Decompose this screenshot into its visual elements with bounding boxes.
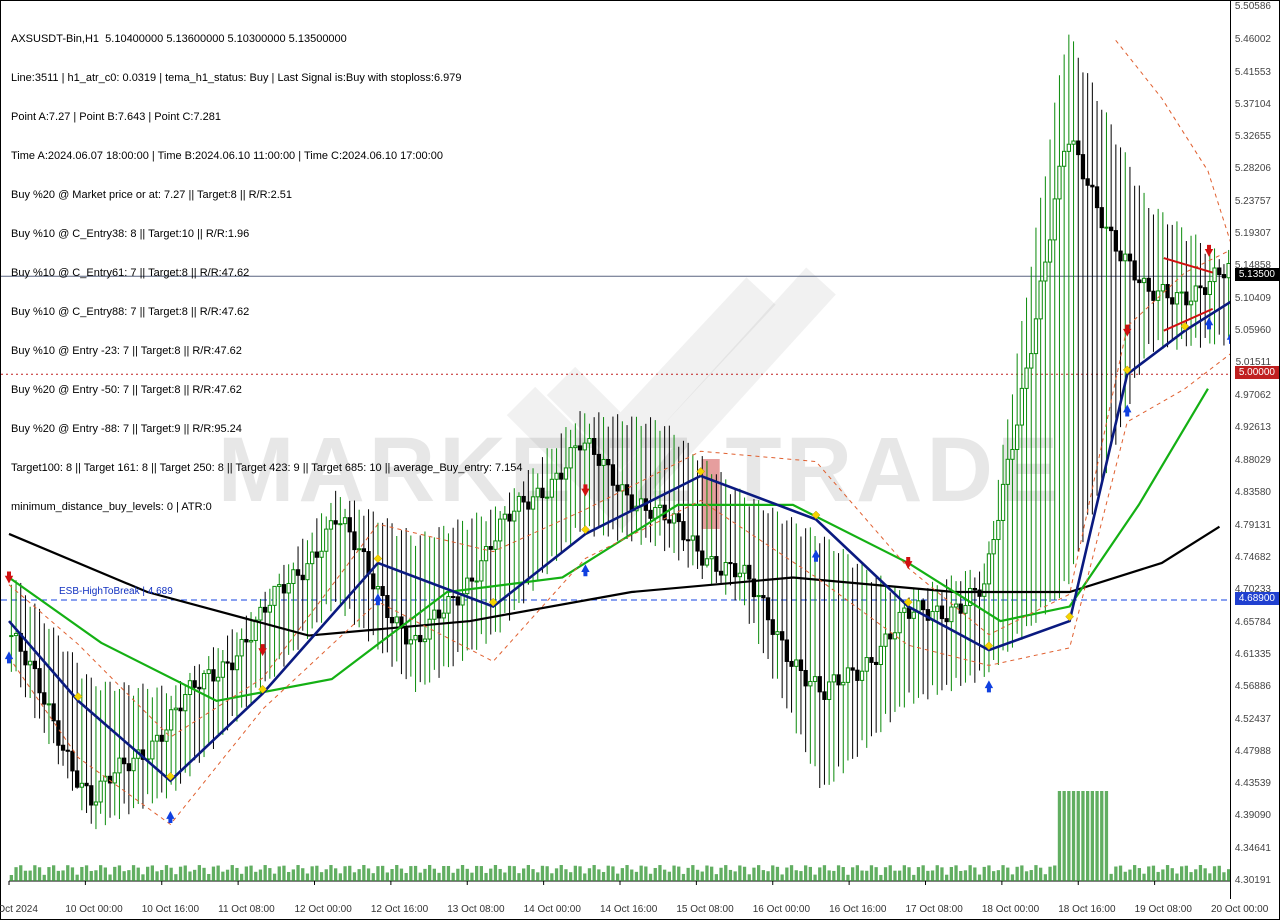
x-tick-label: 10 Oct 16:00	[142, 904, 199, 915]
info-line: Point A:7.27 | Point B:7.643 | Point C:7…	[11, 111, 523, 124]
y-tick-label: 5.50586	[1235, 1, 1271, 12]
y-tick-label: 5.23757	[1235, 196, 1271, 207]
price-box-red: 5.00000	[1235, 366, 1279, 379]
y-tick-label: 4.97062	[1235, 390, 1271, 401]
chart-container[interactable]: MARKETZTRADE AXSUSDT-Bin,H1 5.10400000 5…	[0, 0, 1280, 920]
y-tick-label: 4.30191	[1235, 875, 1271, 886]
x-tick-label: 18 Oct 16:00	[1058, 904, 1115, 915]
y-tick-label: 4.79131	[1235, 520, 1271, 531]
y-tick-label: 4.52437	[1235, 714, 1271, 725]
y-tick-label: 4.92613	[1235, 422, 1271, 433]
info-line: Time A:2024.06.07 18:00:00 | Time B:2024…	[11, 150, 523, 163]
x-tick-label: 10 Oct 00:00	[65, 904, 122, 915]
info-line: Buy %10 @ C_Entry88: 7 || Target:8 || R/…	[11, 306, 523, 319]
info-line: Target100: 8 || Target 161: 8 || Target …	[11, 462, 523, 475]
level-high-to-break-label: ESB-HighToBreak | 4.689	[59, 586, 173, 597]
y-tick-label: 5.32655	[1235, 131, 1271, 142]
x-tick-label: 18 Oct 00:00	[982, 904, 1039, 915]
y-tick-label: 5.19307	[1235, 228, 1271, 239]
y-tick-label: 5.28206	[1235, 163, 1271, 174]
y-tick-label: 4.43539	[1235, 778, 1271, 789]
x-tick-label: 17 Oct 08:00	[906, 904, 963, 915]
x-tick-label: 9 Oct 2024	[0, 904, 38, 915]
x-tick-label: 19 Oct 08:00	[1135, 904, 1192, 915]
info-line: Buy %10 @ C_Entry38: 8 || Target:10 || R…	[11, 228, 523, 241]
x-tick-label: 14 Oct 00:00	[524, 904, 581, 915]
y-tick-label: 5.37104	[1235, 99, 1271, 110]
y-tick-label: 5.46002	[1235, 34, 1271, 45]
info-line: minimum_distance_buy_levels: 0 | ATR:0	[11, 501, 523, 514]
y-tick-label: 5.10409	[1235, 293, 1271, 304]
x-tick-label: 13 Oct 08:00	[447, 904, 504, 915]
y-tick-label: 5.41553	[1235, 67, 1271, 78]
info-line: Buy %20 @ Market price or at: 7.27 || Ta…	[11, 189, 523, 202]
y-tick-label: 4.65784	[1235, 617, 1271, 628]
x-tick-label: 20 Oct 00:00	[1211, 904, 1268, 915]
y-tick-label: 4.56886	[1235, 681, 1271, 692]
info-panel: AXSUSDT-Bin,H1 5.10400000 5.13600000 5.1…	[11, 7, 523, 540]
y-tick-label: 4.34641	[1235, 843, 1271, 854]
x-tick-label: 12 Oct 00:00	[295, 904, 352, 915]
price-box-current: 5.13500	[1235, 268, 1279, 281]
y-tick-label: 4.88029	[1235, 455, 1271, 466]
x-tick-label: 11 Oct 08:00	[218, 904, 275, 915]
info-line: Buy %10 @ Entry -23: 7 || Target:8 || R/…	[11, 345, 523, 358]
x-tick-label: 12 Oct 16:00	[371, 904, 428, 915]
ohlc-text: 5.10400000 5.13600000 5.10300000 5.13500…	[105, 33, 347, 45]
y-tick-label: 4.83580	[1235, 487, 1271, 498]
y-tick-label: 4.47988	[1235, 746, 1271, 757]
volume-bars	[10, 791, 1231, 881]
y-axis-separator	[1230, 1, 1231, 899]
info-line: Buy %20 @ Entry -50: 7 || Target:8 || R/…	[11, 384, 523, 397]
x-tick-label: 14 Oct 16:00	[600, 904, 657, 915]
y-tick-label: 5.05960	[1235, 325, 1271, 336]
info-line: Buy %20 @ Entry -88: 7 || Target:9 || R/…	[11, 423, 523, 436]
price-box-blue: 4.68900	[1235, 592, 1279, 605]
x-tick-label: 15 Oct 08:00	[676, 904, 733, 915]
y-tick-label: 4.39090	[1235, 810, 1271, 821]
symbol-tf: AXSUSDT-Bin,H1	[11, 33, 99, 45]
x-tick-label: 16 Oct 16:00	[829, 904, 886, 915]
y-tick-label: 4.61335	[1235, 649, 1271, 660]
x-tick-label: 16 Oct 00:00	[753, 904, 810, 915]
info-line: Buy %10 @ C_Entry61: 7 || Target:8 || R/…	[11, 267, 523, 280]
y-tick-label: 4.74682	[1235, 552, 1271, 563]
info-line: Line:3511 | h1_atr_c0: 0.0319 | tema_h1_…	[11, 72, 523, 85]
